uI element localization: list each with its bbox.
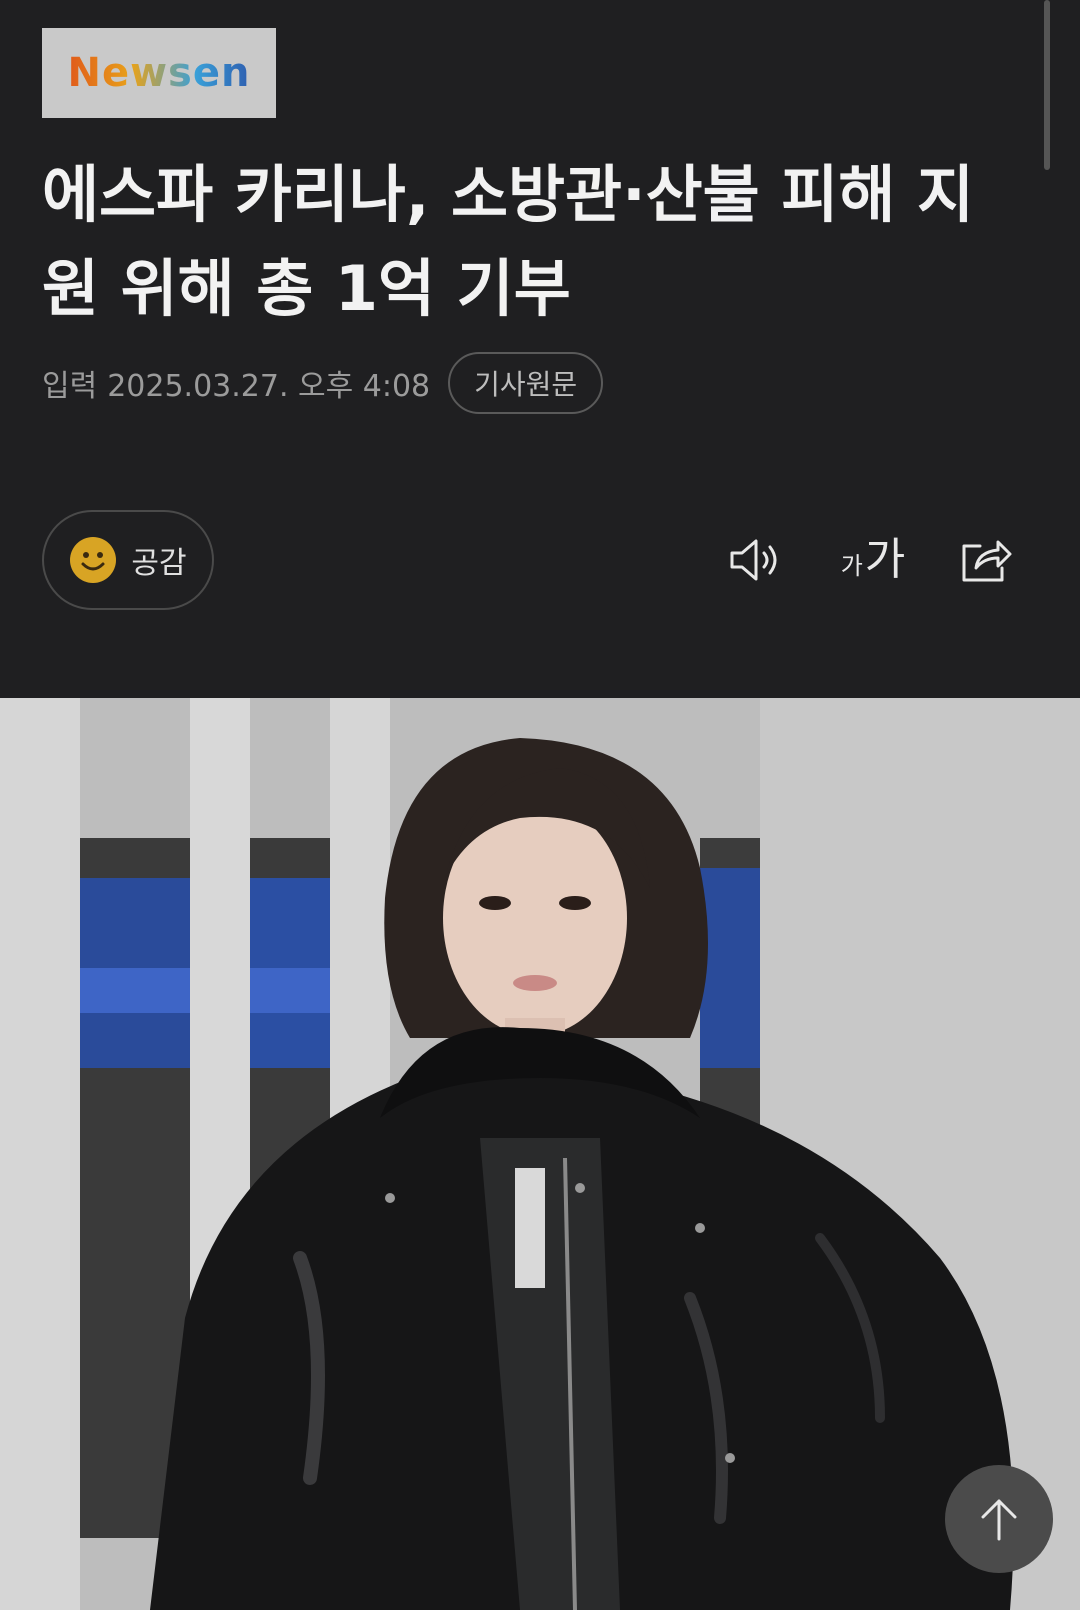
press-logo[interactable]: Newsen bbox=[42, 28, 276, 118]
original-article-button[interactable]: 기사원문 bbox=[448, 352, 604, 414]
share-button[interactable] bbox=[956, 530, 1016, 590]
arrow-up-icon bbox=[981, 1499, 1017, 1541]
published-date: 2025.03.27. 오후 4:08 bbox=[107, 369, 431, 404]
article-title: 에스파 카리나, 소방관·산불 피해 지원 위해 총 1억 기부 bbox=[42, 158, 975, 325]
like-label: 공감 bbox=[131, 546, 187, 581]
scroll-to-top-button[interactable] bbox=[945, 1465, 1053, 1573]
article-photo bbox=[0, 698, 1080, 1610]
smiley-icon bbox=[70, 537, 117, 583]
original-article-label: 기사원문 bbox=[474, 368, 578, 401]
font-size-icon: 가가 bbox=[840, 534, 906, 585]
listen-button[interactable] bbox=[726, 530, 786, 590]
press-logo-text: Newsen bbox=[67, 50, 251, 96]
published-label: 입력 bbox=[42, 369, 98, 404]
font-size-button[interactable]: 가가 bbox=[838, 530, 908, 590]
speaker-icon bbox=[730, 539, 777, 581]
scrollbar[interactable] bbox=[1044, 0, 1050, 170]
article-meta: 입력 2025.03.27. 오후 4:08 기사원문 bbox=[42, 350, 604, 416]
like-button[interactable]: 공감 bbox=[42, 510, 214, 610]
share-icon bbox=[962, 540, 1012, 582]
article-header: Newsen 에스파 카리나, 소방관·산불 피해 지원 위해 총 1억 기부 … bbox=[0, 0, 1080, 698]
photo-illustration bbox=[0, 698, 1080, 1610]
